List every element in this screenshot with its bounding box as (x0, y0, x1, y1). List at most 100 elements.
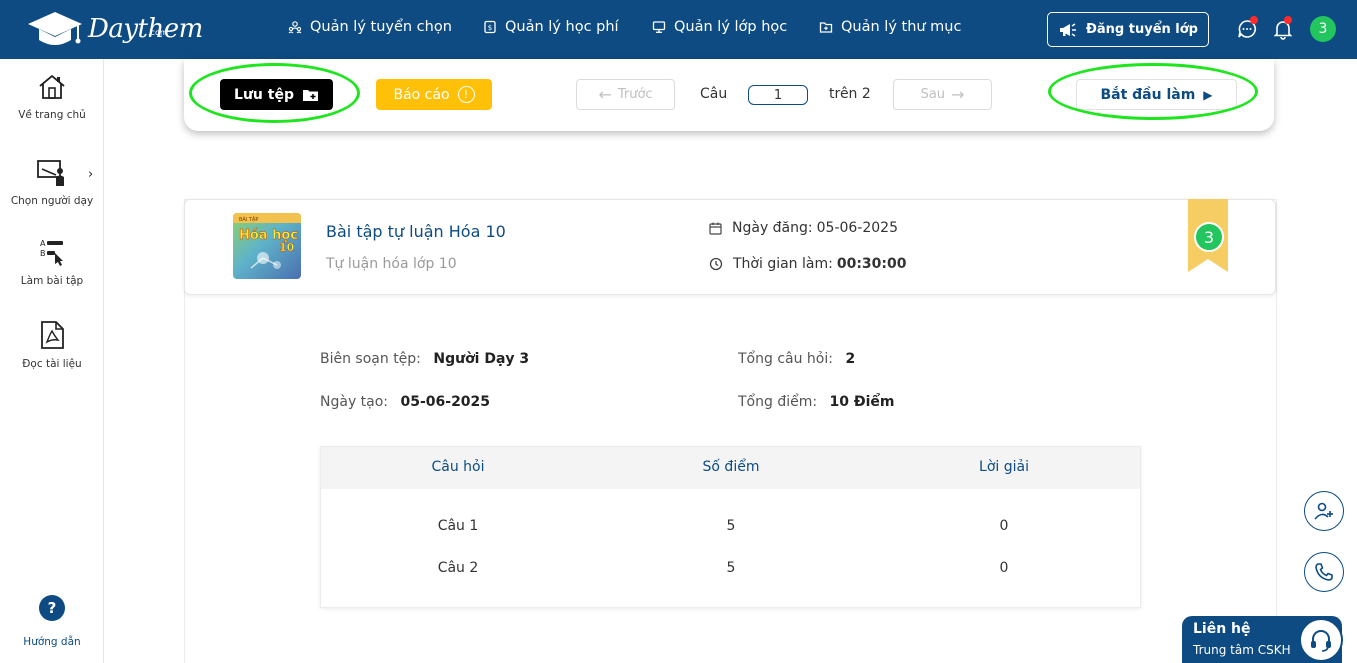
prev-label: Trước (617, 87, 653, 102)
table-cell: Câu 2 (437, 560, 479, 576)
clock-icon (709, 257, 723, 271)
user-plus-icon (1314, 502, 1333, 520)
arrow-left-icon: ← (598, 85, 612, 104)
phone-float-button[interactable] (1304, 552, 1344, 592)
question-number-input[interactable] (748, 85, 808, 105)
column-header: Số điểm (702, 459, 760, 475)
add-user-float-button[interactable] (1304, 491, 1344, 531)
table-cell: 0 (999, 560, 1009, 576)
contact-subtitle: Trung tâm CSKH (1193, 643, 1291, 657)
chevron-right-icon[interactable]: › (88, 167, 93, 182)
question-label: Câu (700, 86, 728, 102)
sidebar-item-home[interactable]: Về trang chủ (0, 73, 104, 121)
report-label: Báo cáo (393, 86, 450, 103)
nav-item-label: Quản lý lớp học (674, 19, 788, 35)
total-score-field: Tổng điểm: 10 Điểm (738, 394, 895, 410)
sidebar-item-exercises[interactable]: AB Làm bài tập (0, 237, 104, 287)
folder-add-icon (302, 89, 318, 101)
contact-title: Liên hệ (1193, 621, 1251, 637)
save-file-label: Lưu tệp (234, 86, 294, 103)
author-value: Người Dạy 3 (433, 351, 530, 367)
posted-date-label: Ngày đăng: (732, 220, 813, 236)
start-button[interactable]: Bắt đầu làm ▶ (1076, 79, 1237, 110)
sidebar-item-label: Chọn người dạy (10, 195, 94, 207)
table-cell: Câu 1 (437, 518, 479, 534)
contact-support-widget[interactable]: Liên hệ Trung tâm CSKH (1182, 616, 1343, 663)
column-header: Câu hỏi (431, 459, 485, 475)
posted-date-value: 05-06-2025 (816, 220, 898, 236)
nav-item-thu-muc[interactable]: Quản lý thư mục (819, 19, 961, 35)
table-cell: 5 (726, 518, 736, 534)
nav-item-tuyen-chon[interactable]: Quản lý tuyển chọn (288, 19, 452, 35)
top-navbar: Daythem .com Quản lý tuyển chọn $ Quản l… (0, 0, 1357, 59)
author-field: Biên soạn tệp: Người Dạy 3 (320, 351, 529, 367)
table-cell: 0 (999, 518, 1009, 534)
save-file-button[interactable]: Lưu tệp (220, 79, 333, 110)
logo-text: Daythem (88, 14, 203, 44)
help-icon: ? (39, 595, 65, 621)
calendar-icon (709, 222, 722, 235)
svg-text:$: $ (488, 24, 492, 32)
report-button[interactable]: Báo cáo ! (376, 79, 492, 110)
sidebar-item-read-docs[interactable]: Đọc tài liệu (0, 320, 104, 370)
nav-item-lop-hoc[interactable]: Quản lý lớp học (652, 19, 787, 35)
nav-item-hoc-phi[interactable]: $ Quản lý học phí (483, 19, 619, 35)
sidebar-item-label: Về trang chủ (18, 109, 86, 121)
thumb-small-text: BÀI TẬP (239, 216, 258, 223)
created-date-value: 05-06-2025 (400, 394, 491, 410)
total-questions-field: Tổng câu hỏi: 2 (738, 351, 855, 367)
question-total-label: trên 2 (829, 86, 871, 102)
nav-item-label: Quản lý học phí (505, 19, 619, 35)
post-class-label: Đăng tuyển lớp (1086, 22, 1198, 37)
duration-value: 00:30:00 (836, 256, 907, 272)
document-subtitle: Tự luận hóa lớp 10 (326, 256, 457, 272)
duration-label: Thời gian làm: (733, 256, 833, 272)
created-date-label: Ngày tạo: (320, 394, 389, 410)
bell-notification-dot (1284, 16, 1292, 24)
total-questions-label: Tổng câu hỏi: (738, 351, 833, 367)
column-header: Lời giải (979, 459, 1029, 475)
home-icon (39, 74, 65, 99)
logo[interactable]: Daythem (26, 10, 203, 48)
total-questions-value: 2 (845, 351, 856, 367)
chat-notification-dot (1250, 16, 1258, 24)
next-label: Sau (920, 87, 946, 102)
phone-icon (1315, 563, 1333, 581)
thumb-grade-text: 10 (279, 241, 295, 254)
arrow-right-icon: → (951, 85, 965, 104)
post-class-button[interactable]: Đăng tuyển lớp (1047, 12, 1209, 47)
sidebar-item-label: Đọc tài liệu (22, 358, 82, 370)
posted-date: Ngày đăng: 05-06-2025 (709, 220, 898, 236)
next-question-button[interactable]: Sau → (893, 79, 992, 110)
sidebar-help[interactable]: ? Hướng dẫn (0, 595, 104, 648)
sidebar-item-label: Làm bài tập (20, 275, 84, 287)
total-score-label: Tổng điểm: (738, 394, 818, 410)
table-cell: 5 (726, 560, 736, 576)
document-thumbnail: BÀI TẬP Hóa học 10 (233, 213, 301, 279)
megaphone-icon (1060, 22, 1076, 37)
play-icon: ▶ (1203, 87, 1213, 102)
pdf-icon (41, 321, 64, 349)
questions-table: Câu hỏi Số điểm Lời giải Câu 1 5 0 Câu 2… (320, 446, 1141, 608)
money-icon: $ (484, 20, 496, 34)
svg-text:A: A (40, 239, 46, 248)
start-label: Bắt đầu làm (1100, 86, 1196, 103)
author-label: Biên soạn tệp: (320, 351, 421, 367)
graduation-cap-icon (28, 12, 82, 45)
nav-item-label: Quản lý thư mục (841, 19, 962, 35)
logo-sub: .com (148, 28, 168, 37)
sidebar: Về trang chủ Chọn người dạy › AB Làm bài… (0, 59, 104, 663)
headset-icon (1299, 618, 1343, 662)
duration: Thời gian làm: 00:30:00 (709, 256, 907, 272)
avatar[interactable]: 3 (1310, 16, 1336, 42)
document-title[interactable]: Bài tập tự luận Hóa 10 (326, 222, 506, 241)
users-icon (288, 21, 302, 34)
svg-text:B: B (40, 249, 46, 258)
alert-icon: ! (457, 86, 475, 103)
teacher-board-icon (37, 160, 64, 186)
prev-question-button[interactable]: ← Trước (576, 79, 675, 110)
nav-item-label: Quản lý tuyển chọn (310, 19, 452, 35)
document-info-card (184, 199, 1276, 295)
created-date-field: Ngày tạo: 05-06-2025 (320, 394, 490, 410)
total-score-value: 10 Điểm (829, 394, 895, 410)
